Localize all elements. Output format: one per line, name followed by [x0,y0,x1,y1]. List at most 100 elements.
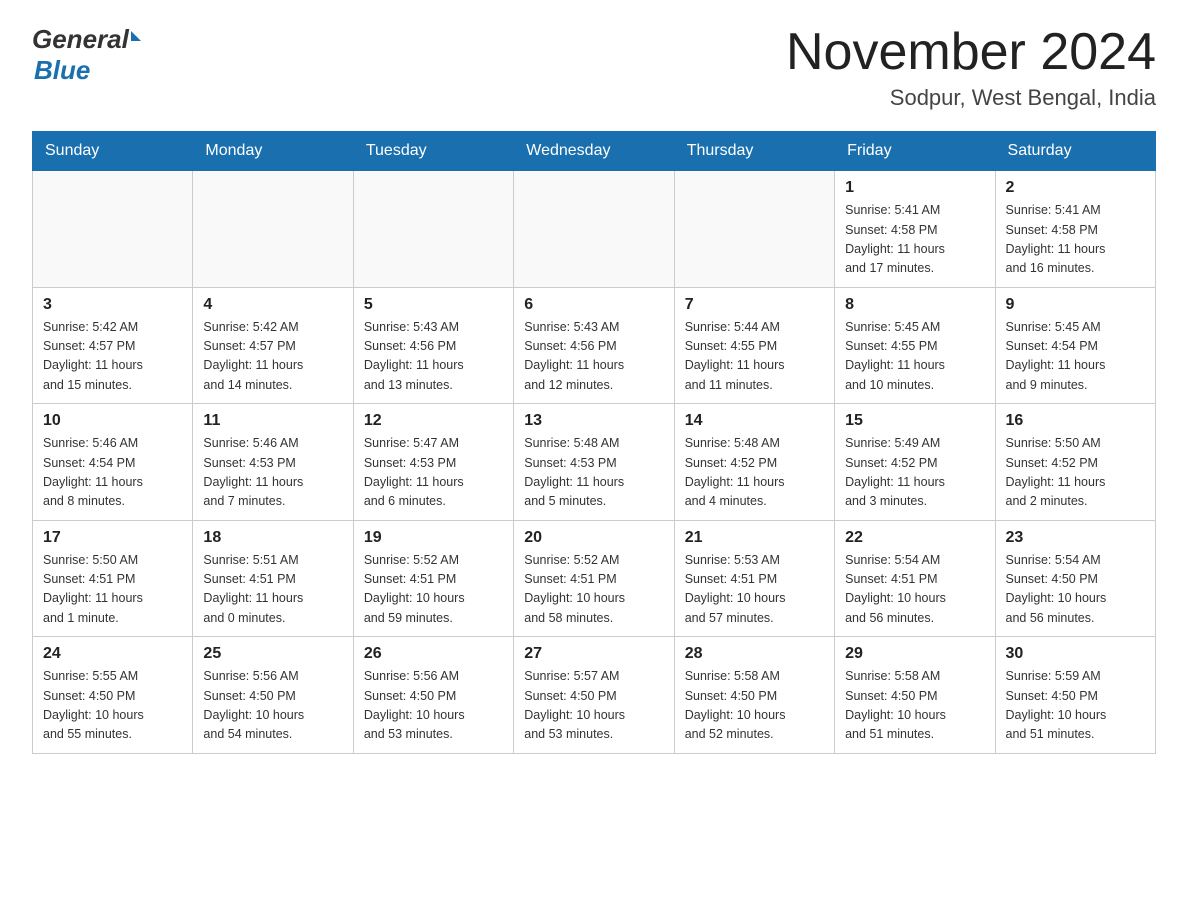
day-info: Sunrise: 5:52 AM Sunset: 4:51 PM Dayligh… [524,551,663,629]
day-info: Sunrise: 5:48 AM Sunset: 4:53 PM Dayligh… [524,434,663,512]
calendar-cell: 24 Sunrise: 5:55 AM Sunset: 4:50 PM Dayli… [33,637,193,754]
day-number: 9 [1006,296,1145,314]
day-info: Sunrise: 5:50 AM Sunset: 4:51 PM Dayligh… [43,551,182,629]
calendar-cell: 8 Sunrise: 5:45 AM Sunset: 4:55 PM Daylig… [835,287,995,404]
calendar-cell: 9 Sunrise: 5:45 AM Sunset: 4:54 PM Daylig… [995,287,1155,404]
day-info: Sunrise: 5:52 AM Sunset: 4:51 PM Dayligh… [364,551,503,629]
day-number: 6 [524,296,663,314]
day-number: 20 [524,529,663,547]
day-info: Sunrise: 5:45 AM Sunset: 4:54 PM Dayligh… [1006,318,1145,396]
day-number: 16 [1006,412,1145,430]
header-monday: Monday [193,132,353,171]
day-info: Sunrise: 5:47 AM Sunset: 4:53 PM Dayligh… [364,434,503,512]
calendar-cell: 25Sunrise: 5:56 AM Sunset: 4:50 PM Dayli… [193,637,353,754]
calendar-cell: 18 Sunrise: 5:51 AM Sunset: 4:51 PM Dayli… [193,520,353,637]
day-info: Sunrise: 5:42 AM Sunset: 4:57 PM Dayligh… [203,318,342,396]
day-info: Sunrise: 5:44 AM Sunset: 4:55 PM Dayligh… [685,318,824,396]
calendar-cell: 23 Sunrise: 5:54 AM Sunset: 4:50 PM Dayli… [995,520,1155,637]
day-info: Sunrise: 5:58 AM Sunset: 4:50 PM Dayligh… [845,667,984,745]
day-number: 1 [845,179,984,197]
calendar-cell: 7 Sunrise: 5:44 AM Sunset: 4:55 PM Daylig… [674,287,834,404]
day-number: 7 [685,296,824,314]
header-tuesday: Tuesday [353,132,513,171]
day-number: 12 [364,412,503,430]
day-info: Sunrise: 5:54 AM Sunset: 4:51 PM Dayligh… [845,551,984,629]
header-friday: Friday [835,132,995,171]
day-number: 11 [203,412,342,430]
calendar-cell: 12 Sunrise: 5:47 AM Sunset: 4:53 PM Dayli… [353,404,513,521]
header-wednesday: Wednesday [514,132,674,171]
day-info: Sunrise: 5:42 AM Sunset: 4:57 PM Dayligh… [43,318,182,396]
day-number: 23 [1006,529,1145,547]
day-info: Sunrise: 5:53 AM Sunset: 4:51 PM Dayligh… [685,551,824,629]
day-number: 5 [364,296,503,314]
day-info: Sunrise: 5:46 AM Sunset: 4:54 PM Dayligh… [43,434,182,512]
header-saturday: Saturday [995,132,1155,171]
day-info: Sunrise: 5:45 AM Sunset: 4:55 PM Dayligh… [845,318,984,396]
day-info: Sunrise: 5:54 AM Sunset: 4:50 PM Dayligh… [1006,551,1145,629]
day-info: Sunrise: 5:43 AM Sunset: 4:56 PM Dayligh… [364,318,503,396]
calendar-cell: 3 Sunrise: 5:42 AM Sunset: 4:57 PM Daylig… [33,287,193,404]
calendar-cell: 13Sunrise: 5:48 AM Sunset: 4:53 PM Dayli… [514,404,674,521]
calendar-cell [674,171,834,288]
day-info: Sunrise: 5:59 AM Sunset: 4:50 PM Dayligh… [1006,667,1145,745]
calendar-cell: 30 Sunrise: 5:59 AM Sunset: 4:50 PM Dayli… [995,637,1155,754]
calendar-cell: 21 Sunrise: 5:53 AM Sunset: 4:51 PM Dayli… [674,520,834,637]
calendar-table: SundayMondayTuesdayWednesdayThursdayFrid… [32,131,1156,754]
calendar-cell: 10 Sunrise: 5:46 AM Sunset: 4:54 PM Dayli… [33,404,193,521]
day-number: 29 [845,645,984,663]
calendar-cell [33,171,193,288]
day-info: Sunrise: 5:41 AM Sunset: 4:58 PM Dayligh… [845,201,984,279]
calendar-cell: 2 Sunrise: 5:41 AM Sunset: 4:58 PM Daylig… [995,171,1155,288]
calendar-cell: 29 Sunrise: 5:58 AM Sunset: 4:50 PM Dayli… [835,637,995,754]
day-info: Sunrise: 5:46 AM Sunset: 4:53 PM Dayligh… [203,434,342,512]
day-info: Sunrise: 5:57 AM Sunset: 4:50 PM Dayligh… [524,667,663,745]
day-number: 26 [364,645,503,663]
day-number: 2 [1006,179,1145,197]
calendar-cell: 20 Sunrise: 5:52 AM Sunset: 4:51 PM Dayli… [514,520,674,637]
calendar-cell: 27 Sunrise: 5:57 AM Sunset: 4:50 PM Dayli… [514,637,674,754]
calendar-cell: 26 Sunrise: 5:56 AM Sunset: 4:50 PM Dayli… [353,637,513,754]
day-number: 3 [43,296,182,314]
day-number: 24 [43,645,182,663]
day-info: Sunrise: 5:41 AM Sunset: 4:58 PM Dayligh… [1006,201,1145,279]
logo-general-text: General [32,24,129,55]
day-info: Sunrise: 5:56 AM Sunset: 4:50 PM Dayligh… [364,667,503,745]
day-number: 10 [43,412,182,430]
calendar-cell: 28 Sunrise: 5:58 AM Sunset: 4:50 PM Dayli… [674,637,834,754]
calendar-cell [353,171,513,288]
calendar-header-row: SundayMondayTuesdayWednesdayThursdayFrid… [33,132,1156,171]
day-info: Sunrise: 5:51 AM Sunset: 4:51 PM Dayligh… [203,551,342,629]
day-info: Sunrise: 5:43 AM Sunset: 4:56 PM Dayligh… [524,318,663,396]
day-number: 28 [685,645,824,663]
day-number: 17 [43,529,182,547]
day-info: Sunrise: 5:48 AM Sunset: 4:52 PM Dayligh… [685,434,824,512]
week-row-4: 17 Sunrise: 5:50 AM Sunset: 4:51 PM Dayli… [33,520,1156,637]
day-number: 15 [845,412,984,430]
calendar-cell [514,171,674,288]
day-number: 30 [1006,645,1145,663]
day-info: Sunrise: 5:58 AM Sunset: 4:50 PM Dayligh… [685,667,824,745]
week-row-1: 1 Sunrise: 5:41 AM Sunset: 4:58 PM Daylig… [33,171,1156,288]
day-info: Sunrise: 5:49 AM Sunset: 4:52 PM Dayligh… [845,434,984,512]
calendar-title: November 2024 [786,24,1156,81]
calendar-cell: 1 Sunrise: 5:41 AM Sunset: 4:58 PM Daylig… [835,171,995,288]
logo: General Blue [32,24,141,86]
calendar-cell: 5 Sunrise: 5:43 AM Sunset: 4:56 PM Daylig… [353,287,513,404]
calendar-cell: 4Sunrise: 5:42 AM Sunset: 4:57 PM Daylig… [193,287,353,404]
header-sunday: Sunday [33,132,193,171]
calendar-cell: 6 Sunrise: 5:43 AM Sunset: 4:56 PM Daylig… [514,287,674,404]
day-info: Sunrise: 5:55 AM Sunset: 4:50 PM Dayligh… [43,667,182,745]
week-row-2: 3 Sunrise: 5:42 AM Sunset: 4:57 PM Daylig… [33,287,1156,404]
calendar-subtitle: Sodpur, West Bengal, India [786,85,1156,111]
day-number: 18 [203,529,342,547]
calendar-cell: 19Sunrise: 5:52 AM Sunset: 4:51 PM Dayli… [353,520,513,637]
logo-triangle-icon [131,31,141,41]
day-number: 14 [685,412,824,430]
day-number: 27 [524,645,663,663]
day-number: 8 [845,296,984,314]
page-header: General Blue November 2024 Sodpur, West … [32,24,1156,111]
header-thursday: Thursday [674,132,834,171]
day-number: 21 [685,529,824,547]
calendar-cell: 15 Sunrise: 5:49 AM Sunset: 4:52 PM Dayli… [835,404,995,521]
